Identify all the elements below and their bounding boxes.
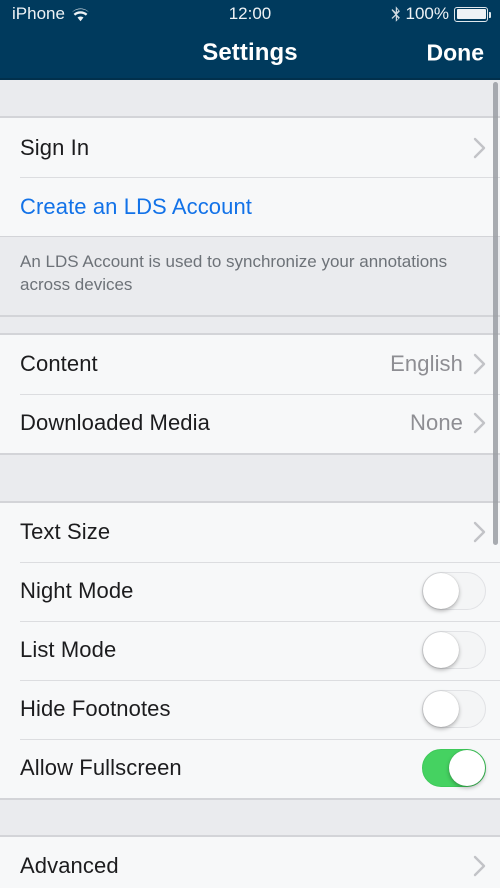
toggle-knob bbox=[423, 632, 459, 669]
hide-footnotes-row[interactable]: Hide Footnotes bbox=[0, 679, 500, 739]
navigation-bar: Settings Done bbox=[0, 28, 500, 80]
settings-screen: iPhone 12:00 100% Settings Done Sign In … bbox=[0, 0, 500, 888]
create-account-row[interactable]: Create an LDS Account bbox=[0, 177, 500, 236]
wifi-icon bbox=[71, 7, 90, 22]
carrier-label: iPhone bbox=[12, 4, 65, 23]
toggle-knob bbox=[423, 573, 459, 610]
create-account-label: Create an LDS Account bbox=[20, 193, 253, 219]
done-button[interactable]: Done bbox=[427, 40, 485, 67]
advanced-label: Advanced bbox=[20, 853, 119, 879]
content-value-group: English bbox=[390, 351, 486, 377]
text-size-label: Text Size bbox=[20, 519, 111, 545]
hide-footnotes-label: Hide Footnotes bbox=[20, 696, 171, 722]
sign-in-accessory bbox=[473, 137, 486, 159]
advanced-section: Advanced bbox=[0, 835, 500, 888]
night-mode-label: Night Mode bbox=[20, 578, 134, 604]
bluetooth-icon bbox=[390, 5, 401, 23]
battery-percent-label: 100% bbox=[405, 4, 449, 23]
downloaded-media-label: Downloaded Media bbox=[20, 410, 210, 436]
status-bar: iPhone 12:00 100% bbox=[0, 0, 500, 28]
content-value: English bbox=[390, 351, 463, 377]
status-bar-left: iPhone bbox=[12, 4, 90, 24]
content-section: Content English Downloaded Media None bbox=[0, 333, 500, 454]
account-section: Sign In Create an LDS Account bbox=[0, 117, 500, 237]
status-bar-right: 100% bbox=[390, 4, 491, 24]
list-mode-label: List Mode bbox=[20, 637, 117, 663]
downloaded-media-value: None bbox=[410, 410, 463, 436]
section-gap-top bbox=[0, 80, 500, 117]
list-mode-control bbox=[422, 631, 486, 670]
sign-in-row[interactable]: Sign In bbox=[0, 118, 500, 177]
settings-scroll-area[interactable]: Sign In Create an LDS Account An LDS Acc… bbox=[0, 80, 500, 888]
section-gap-content bbox=[0, 315, 500, 334]
allow-fullscreen-row[interactable]: Allow Fullscreen bbox=[0, 738, 500, 798]
text-size-row[interactable]: Text Size bbox=[0, 502, 500, 562]
allow-fullscreen-control bbox=[422, 749, 486, 788]
section-gap-display bbox=[0, 453, 500, 502]
night-mode-row[interactable]: Night Mode bbox=[0, 561, 500, 621]
advanced-accessory bbox=[473, 855, 486, 877]
downloaded-media-value-group: None bbox=[410, 410, 486, 436]
downloaded-media-row[interactable]: Downloaded Media None bbox=[0, 393, 500, 453]
chevron-right-icon bbox=[473, 354, 486, 375]
list-mode-toggle[interactable] bbox=[422, 631, 486, 670]
chevron-right-icon bbox=[473, 137, 486, 158]
sign-in-label: Sign In bbox=[20, 134, 90, 160]
night-mode-toggle[interactable] bbox=[422, 572, 486, 611]
content-row[interactable]: Content English bbox=[0, 334, 500, 394]
allow-fullscreen-label: Allow Fullscreen bbox=[20, 755, 182, 781]
section-gap-advanced bbox=[0, 798, 500, 836]
page-title: Settings bbox=[202, 39, 298, 66]
display-section: Text Size Night Mode List Mode Hide Foot… bbox=[0, 501, 500, 799]
hide-footnotes-toggle[interactable] bbox=[422, 690, 486, 729]
text-size-accessory bbox=[473, 521, 486, 543]
account-note: An LDS Account is used to synchronize yo… bbox=[0, 237, 500, 316]
night-mode-control bbox=[422, 572, 486, 611]
chevron-right-icon bbox=[473, 856, 486, 877]
toggle-knob bbox=[449, 750, 485, 787]
toggle-knob bbox=[423, 691, 459, 728]
hide-footnotes-control bbox=[422, 690, 486, 729]
vertical-scrollbar[interactable] bbox=[493, 82, 498, 545]
battery-full-icon bbox=[454, 6, 491, 22]
advanced-row[interactable]: Advanced bbox=[0, 836, 500, 888]
content-label: Content bbox=[20, 351, 98, 377]
chevron-right-icon bbox=[473, 413, 486, 434]
allow-fullscreen-toggle[interactable] bbox=[422, 749, 486, 788]
list-mode-row[interactable]: List Mode bbox=[0, 620, 500, 680]
chevron-right-icon bbox=[473, 522, 486, 543]
